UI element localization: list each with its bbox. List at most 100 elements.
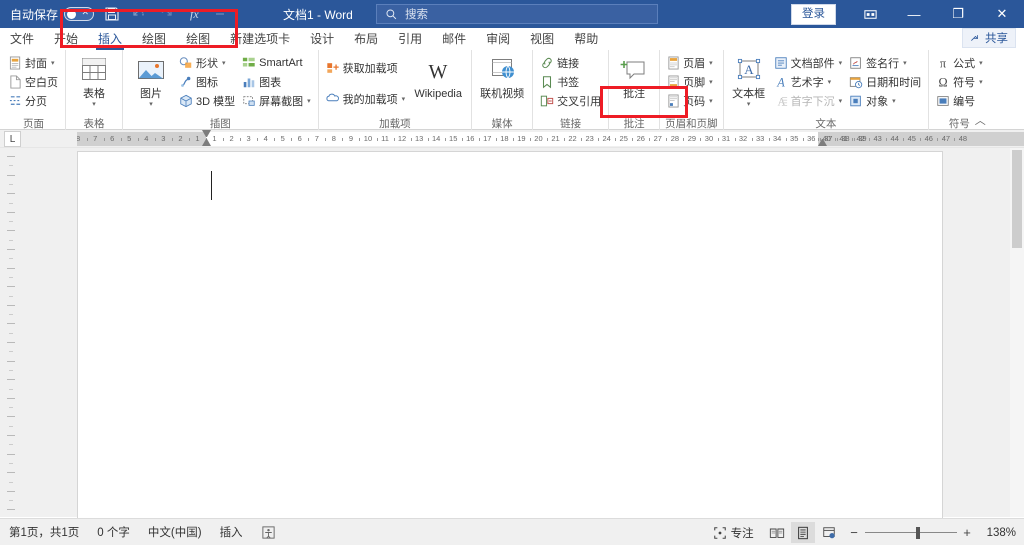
wordart-button[interactable]: A 艺术字 ▾ <box>772 73 845 91</box>
cover-page-button[interactable]: 封面 ▾ <box>7 54 60 72</box>
ribbon-display-options-icon[interactable] <box>848 0 892 28</box>
tab-stop-selector[interactable]: L <box>4 131 21 147</box>
zoom-handle[interactable] <box>915 526 920 539</box>
footer-button[interactable]: 页脚 ▾ <box>665 73 715 91</box>
ruler-tick-mark <box>717 138 719 141</box>
zoom-slider[interactable]: − + <box>849 525 973 540</box>
shapes-button[interactable]: 形状 ▾ <box>177 54 237 72</box>
link-button[interactable]: 链接 <box>538 54 603 72</box>
vertical-ruler-tick <box>7 249 15 250</box>
autosave-toggle[interactable]: ✕ <box>64 7 95 21</box>
icons-button[interactable]: 图标 <box>177 73 237 91</box>
document-title: 文档1 - Word <box>283 8 353 22</box>
svg-text:fx: fx <box>190 7 199 21</box>
quick-parts-button[interactable]: 文档部件 ▾ <box>772 54 845 72</box>
tab-mailings[interactable]: 邮件 <box>432 28 476 50</box>
page-break-button[interactable]: 分页 <box>7 92 60 110</box>
save-icon[interactable] <box>104 6 120 22</box>
vertical-scrollbar[interactable] <box>1010 148 1024 517</box>
insert-mode-indicator[interactable]: 插入 <box>211 524 252 540</box>
screenshot-button[interactable]: 屏幕截图 ▾ <box>240 92 313 110</box>
signature-line-button[interactable]: 签名行 ▾ <box>847 54 923 72</box>
header-icon <box>668 56 679 70</box>
page-indicator[interactable]: 第1页，共1页 <box>0 524 88 540</box>
search-box[interactable]: 搜索 <box>376 4 658 24</box>
date-time-button[interactable]: 日期和时间 <box>847 73 923 91</box>
text-box-button[interactable]: A 文本框 ▾ <box>729 53 769 108</box>
drop-cap-button[interactable]: A 首字下沉 ▾ <box>772 92 845 110</box>
vertical-ruler-tick <box>9 444 13 446</box>
close-button[interactable]: ✕ <box>980 0 1024 28</box>
share-button[interactable]: 共享 <box>962 28 1016 48</box>
new-comment-button[interactable]: 批注 <box>614 53 654 100</box>
scrollbar-thumb[interactable] <box>1012 150 1022 248</box>
first-line-indent-marker[interactable] <box>202 130 211 137</box>
hanging-indent-marker[interactable] <box>202 139 211 146</box>
zoom-track[interactable] <box>864 526 957 539</box>
vertical-ruler[interactable] <box>0 148 22 520</box>
header-button[interactable]: 页眉 ▾ <box>665 54 715 72</box>
tab-references[interactable]: 引用 <box>388 28 432 50</box>
language-indicator[interactable]: 中文(中国) <box>139 524 211 540</box>
bookmark-button[interactable]: 书签 <box>538 73 603 91</box>
wikipedia-button[interactable]: W Wikipedia <box>410 53 466 100</box>
symbol-button[interactable]: Ω 符号 ▾ <box>934 73 985 91</box>
number-button[interactable]: 编号 <box>934 92 985 110</box>
tab-file[interactable]: 文件 <box>0 28 44 50</box>
sign-in-button[interactable]: 登录 <box>791 3 836 25</box>
vertical-ruler-tick <box>7 509 15 511</box>
print-layout-button[interactable] <box>790 522 815 543</box>
tab-design[interactable]: 设计 <box>300 28 344 50</box>
accessibility-checker-icon[interactable] <box>252 525 285 540</box>
zoom-level[interactable]: 138% <box>981 527 1020 539</box>
qat-more-icon[interactable] <box>212 6 228 22</box>
tab-layout[interactable]: 布局 <box>344 28 388 50</box>
minimize-button[interactable]: — <box>892 0 936 28</box>
online-video-button[interactable]: 联机视频 <box>477 53 527 100</box>
smartart-button[interactable]: SmartArt <box>240 54 313 72</box>
page-number-button[interactable]: 页码 ▾ <box>665 92 715 110</box>
autosave-control[interactable]: 自动保存 ✕ <box>0 6 95 23</box>
table-button[interactable]: 表格 ▾ <box>71 53 117 108</box>
restore-button[interactable]: ❐ <box>936 0 980 28</box>
undo-icon[interactable] <box>131 6 147 22</box>
tab-view[interactable]: 视图 <box>520 28 564 50</box>
chevron-down-icon: ▾ <box>746 101 751 108</box>
equation-button[interactable]: π 公式 ▾ <box>934 54 985 72</box>
cross-reference-button[interactable]: 交叉引用 <box>538 92 603 110</box>
read-mode-button[interactable] <box>765 522 789 543</box>
right-indent-marker[interactable] <box>818 139 827 146</box>
tab-draw-2[interactable]: 绘图 <box>176 28 220 50</box>
get-addins-icon <box>326 63 339 73</box>
ruler-tick-label: 31 <box>721 134 731 143</box>
zoom-out-button[interactable]: − <box>849 525 860 540</box>
redo-icon[interactable] <box>158 6 174 22</box>
3d-model-button[interactable]: 3D 模型 <box>177 92 237 110</box>
tab-review[interactable]: 审阅 <box>476 28 520 50</box>
blank-page-button[interactable]: 空白页 <box>7 73 60 91</box>
web-layout-button[interactable] <box>817 522 841 543</box>
tab-new-tab[interactable]: 新建选项卡 <box>220 28 300 50</box>
tab-help[interactable]: 帮助 <box>564 28 608 50</box>
ruler-tick-label: 25 <box>619 134 628 143</box>
zoom-in-button[interactable]: + <box>962 525 973 540</box>
drop-cap-icon: A <box>777 96 787 108</box>
pictures-button[interactable]: 图片 ▾ <box>128 53 174 108</box>
object-button[interactable]: 对象 ▾ <box>847 92 923 110</box>
get-addins-button[interactable]: 获取加载项 <box>324 59 408 77</box>
vertical-ruler-tick <box>7 416 15 418</box>
document-page[interactable] <box>77 151 943 534</box>
ruler-tick-mark <box>869 138 871 141</box>
my-addins-button[interactable]: 我的加载项 ▾ <box>324 90 408 108</box>
tab-home[interactable]: 开始 <box>44 28 88 50</box>
tab-draw-1[interactable]: 绘图 <box>132 28 176 50</box>
word-count[interactable]: 0 个字 <box>88 524 139 540</box>
focus-mode-button[interactable]: 专注 <box>704 525 763 541</box>
tab-insert[interactable]: 插入 <box>88 28 132 50</box>
horizontal-ruler[interactable]: L 8 7 6 5 4 3 2 1 1 2 3 4 5 6 7 8 9 10 11 12 13 14 15 16 17 18 19 2… <box>0 130 1024 148</box>
collapse-ribbon-button[interactable]: ︿ <box>975 112 986 128</box>
signature-line-label: 签名行 <box>866 58 900 70</box>
chart-button[interactable]: 图表 <box>240 73 313 91</box>
formula-icon[interactable]: fx <box>185 6 201 22</box>
autosave-toggle-knob <box>67 9 77 19</box>
